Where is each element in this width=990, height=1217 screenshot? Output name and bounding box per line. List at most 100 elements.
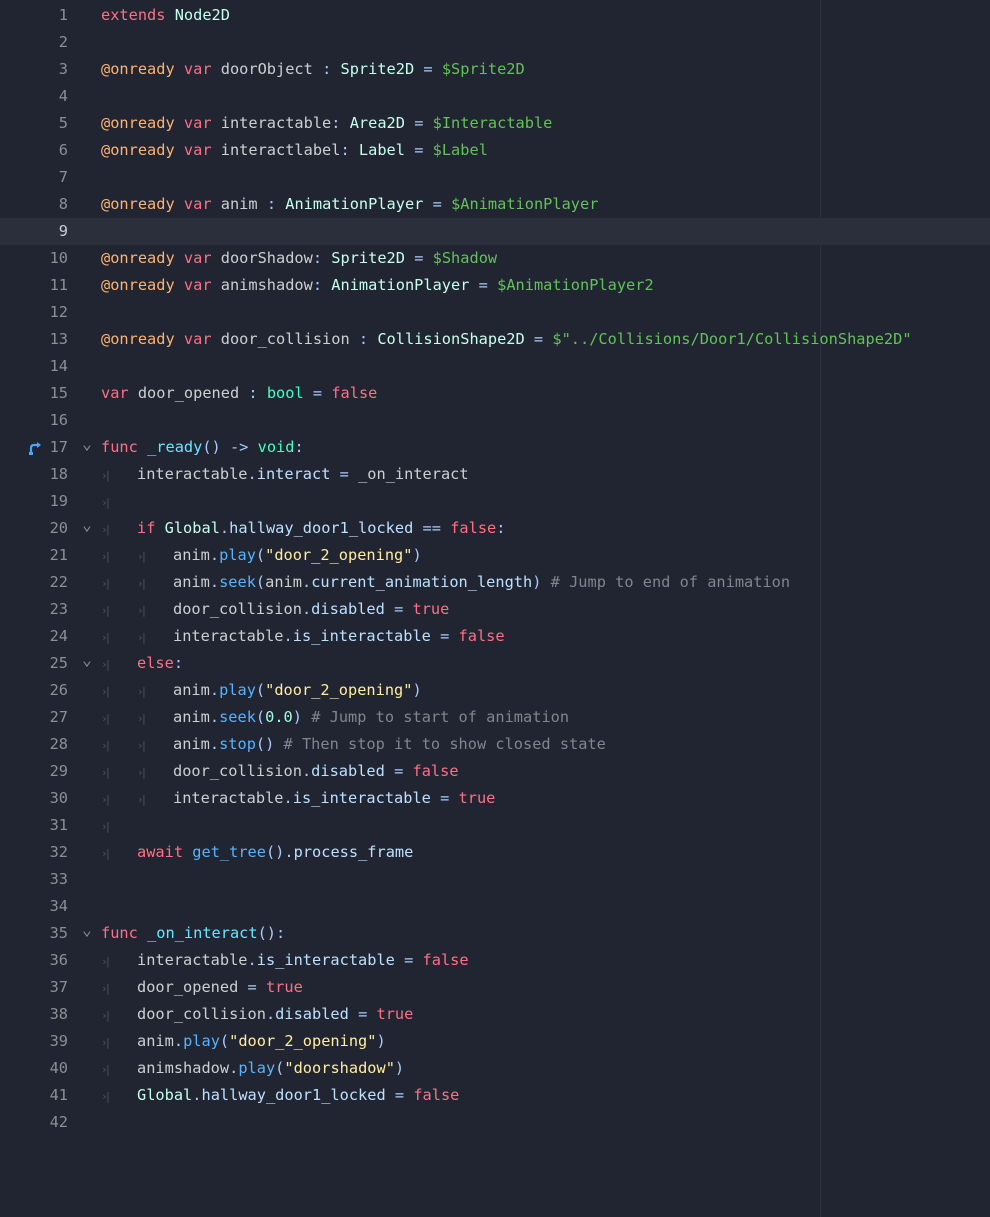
code-text: @onready var doorShadow: Sprite2D = $Sha… — [101, 245, 497, 272]
code-token: seek — [219, 573, 256, 591]
chevron-down-icon[interactable]: ⌄ — [80, 434, 94, 454]
code-line[interactable]: 24 ›| ›| interactable.is_interactable = fal… — [0, 623, 990, 650]
chevron-down-icon[interactable]: ⌄ — [80, 515, 94, 535]
line-number: 6 — [58, 141, 68, 159]
code-text: @onready var doorObject : Sprite2D = $Sp… — [101, 56, 525, 83]
code-line[interactable]: 22 ›| ›| anim.seek(anim.current_animation_l… — [0, 569, 990, 596]
code-line[interactable]: 16 — [0, 407, 990, 434]
code-line[interactable]: 7 — [0, 164, 990, 191]
tab-arrow-icon: ›| — [101, 1063, 111, 1076]
code-line[interactable]: 11 @onready var animshadow: AnimationPlay… — [0, 272, 990, 299]
code-token: = — [394, 1086, 405, 1104]
code-token: else — [137, 654, 174, 672]
code-text: ›| anim.play("door_2_opening") — [101, 1028, 386, 1056]
code-line[interactable]: 25 ⌄ ›| else: — [0, 650, 990, 677]
code-line[interactable]: 38 ›| door_collision.disabled = true — [0, 1001, 990, 1028]
code-token: animshadow — [137, 1059, 230, 1077]
code-line[interactable]: 5 @onready var interactable: Area2D = $In… — [0, 110, 990, 137]
line-number: 12 — [49, 303, 68, 321]
code-line[interactable]: 18 ›| interactable.interact = _on_interact — [0, 461, 990, 488]
code-line[interactable]: 30 ›| ›| interactable.is_interactable = tru… — [0, 785, 990, 812]
code-line[interactable]: 35 ⌄ func _on_interact(): — [0, 920, 990, 947]
tab-arrow-icon: ›| — [101, 550, 111, 563]
code-token: hallway_door1_locked — [229, 519, 414, 537]
code-token: var — [101, 384, 129, 402]
code-text: @onready var animshadow: AnimationPlayer… — [101, 272, 654, 299]
code-line[interactable]: 39 ›| anim.play("door_2_opening") — [0, 1028, 990, 1055]
code-token: . — [284, 843, 294, 861]
code-line[interactable]: 34 — [0, 893, 990, 920]
code-text: ›| interactable.interact = _on_interact — [101, 461, 469, 489]
code-line[interactable]: 41 ›| Global.hallway_door1_locked = false — [0, 1082, 990, 1109]
code-line[interactable]: 13 @onready var door_collision : Collisio… — [0, 326, 990, 353]
line-number: 36 — [49, 951, 68, 969]
override-method-icon[interactable] — [28, 440, 44, 456]
chevron-down-icon[interactable]: ⌄ — [80, 920, 94, 940]
code-token: ( — [255, 681, 266, 699]
code-line[interactable]: 21 ›| ›| anim.play("door_2_opening") — [0, 542, 990, 569]
code-line[interactable]: 26 ›| ›| anim.play("door_2_opening") — [0, 677, 990, 704]
code-line[interactable]: 9 — [0, 218, 990, 245]
code-token: = — [339, 465, 349, 483]
code-line[interactable]: 3 @onready var doorObject : Sprite2D = $S… — [0, 56, 990, 83]
line-number: 42 — [49, 1113, 68, 1131]
code-token: "door_2_opening" — [229, 1032, 377, 1050]
line-number: 8 — [58, 195, 68, 213]
code-line[interactable]: 17 ⌄ func _ready() -> void: — [0, 434, 990, 461]
line-number: 14 — [49, 357, 68, 375]
code-line[interactable]: 40 ›| animshadow.play("doorshadow") — [0, 1055, 990, 1082]
code-line[interactable]: 20 ⌄ ›| if Global.hallway_door1_locked == f… — [0, 515, 990, 542]
code-line[interactable]: 28 ›| ›| anim.stop() # Then stop it to show… — [0, 731, 990, 758]
code-line[interactable]: 14 — [0, 353, 990, 380]
code-line[interactable]: 10 @onready var doorShadow: Sprite2D = $S… — [0, 245, 990, 272]
code-line[interactable]: 42 — [0, 1109, 990, 1136]
code-editor[interactable]: 1 extends Node2D 2 3 @onready var doorObject… — [0, 0, 990, 1217]
code-line[interactable]: 37 ›| door_opened = true — [0, 974, 990, 1001]
code-token: doorShadow — [211, 249, 313, 267]
tab-arrow-icon: ›| — [101, 820, 111, 833]
code-line[interactable]: 12 — [0, 299, 990, 326]
code-token: = — [404, 951, 414, 969]
code-line[interactable]: 23 ›| ›| door_collision.disabled = true — [0, 596, 990, 623]
code-line[interactable]: 8 @onready var anim : AnimationPlayer = $… — [0, 191, 990, 218]
code-line[interactable]: 19 ›| — [0, 488, 990, 515]
code-line[interactable]: 4 — [0, 83, 990, 110]
code-token: false — [413, 1086, 460, 1104]
code-text: ›| ›| anim.seek(anim.current_animation_len… — [101, 569, 790, 597]
code-token: is_interactable — [292, 789, 431, 807]
code-token: @onready — [101, 60, 175, 78]
code-line[interactable]: 33 — [0, 866, 990, 893]
code-token: interactable — [173, 789, 284, 807]
code-token: -> — [229, 438, 249, 456]
code-token: play — [183, 1032, 220, 1050]
tab-arrow-icon: ›| — [137, 712, 147, 725]
code-token: . — [209, 735, 220, 753]
code-token: . — [247, 951, 257, 969]
tab-arrow-icon: ›| — [101, 523, 111, 536]
code-token: var — [183, 276, 212, 294]
code-line[interactable]: 36 ›| interactable.is_interactable = false — [0, 947, 990, 974]
code-line[interactable]: 32 ›| await get_tree().process_frame — [0, 839, 990, 866]
code-line[interactable]: 6 @onready var interactlabel: Label = $La… — [0, 137, 990, 164]
code-token: interactable — [137, 465, 248, 483]
code-line[interactable]: 15 var door_opened : bool = false — [0, 380, 990, 407]
code-line[interactable]: 31 ›| — [0, 812, 990, 839]
chevron-down-icon[interactable]: ⌄ — [80, 650, 94, 670]
line-number: 38 — [49, 1005, 68, 1023]
code-token: animshadow — [211, 276, 313, 294]
code-line[interactable]: 2 — [0, 29, 990, 56]
code-line[interactable]: 1 extends Node2D — [0, 2, 990, 29]
code-token: ( — [255, 546, 266, 564]
code-line[interactable]: 27 ›| ›| anim.seek(0.0) # Jump to start of … — [0, 704, 990, 731]
line-number: 37 — [49, 978, 68, 996]
code-line[interactable]: 29 ›| ›| door_collision.disabled = false — [0, 758, 990, 785]
